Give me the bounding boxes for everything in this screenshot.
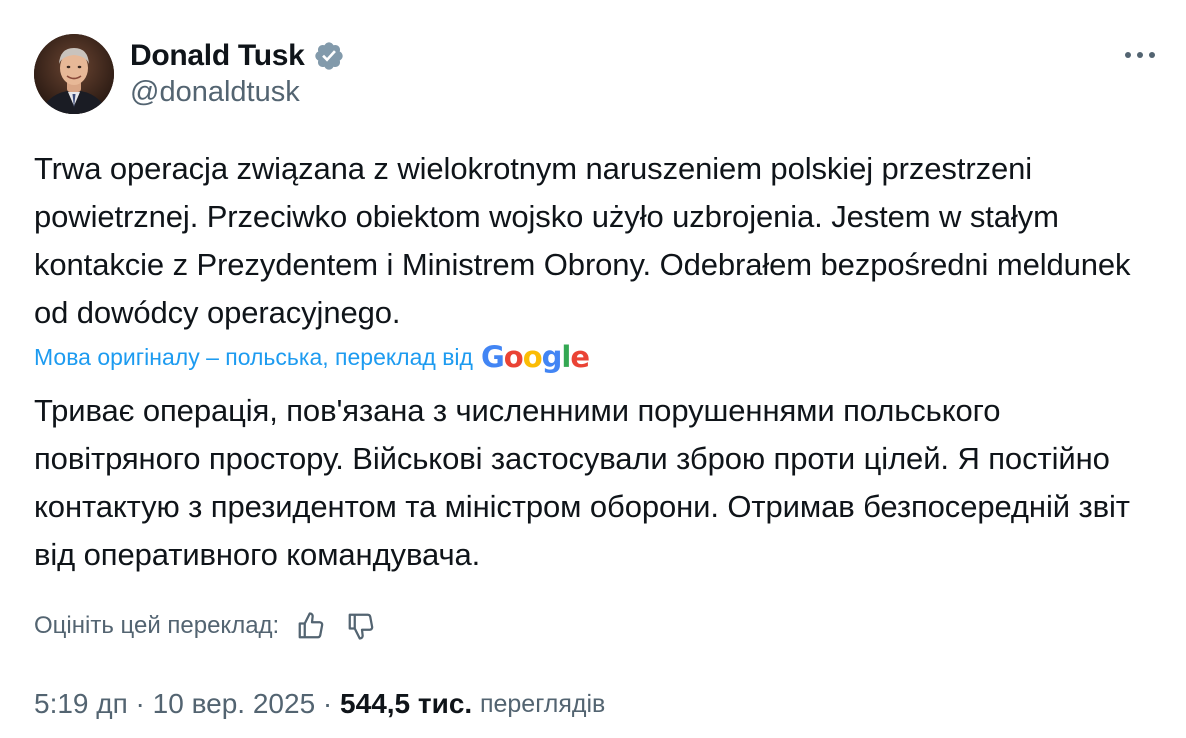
google-logo-letter: e — [570, 340, 590, 374]
google-logo: Google — [480, 340, 590, 374]
tweet-card: Donald Tusk @donaldtusk Trwa operacja zw… — [0, 0, 1186, 738]
more-button[interactable] — [1120, 40, 1160, 70]
tweet-meta-row: 5:19 дп · 10 вер. 2025 · 544,5 тис. пере… — [34, 684, 605, 724]
views-count: 544,5 тис. — [340, 688, 473, 719]
views-label: переглядів — [479, 689, 606, 718]
meta-separator: · — [315, 688, 341, 719]
translation-note[interactable]: Мова оригіналу – польська, переклад від … — [34, 340, 590, 374]
thumbs-down-icon — [348, 613, 374, 640]
author-name-row: Donald Tusk — [130, 38, 345, 74]
google-logo-letter: o — [503, 340, 524, 374]
thumbs-down-button[interactable] — [343, 608, 379, 644]
google-logo-letter: g — [541, 340, 563, 374]
thumbs-up-icon — [298, 612, 324, 639]
avatar-photo — [34, 34, 114, 114]
translation-note-label: Мова оригіналу – польська, переклад від — [34, 344, 473, 370]
author-handle[interactable]: @donaldtusk — [130, 76, 300, 109]
more-horizontal-icon — [1125, 52, 1155, 58]
avatar[interactable] — [34, 34, 114, 114]
tweet-date[interactable]: 10 вер. 2025 — [153, 688, 315, 720]
google-logo-letter: o — [522, 340, 543, 374]
tweet-time[interactable]: 5:19 дп — [34, 688, 128, 720]
meta-separator: · — [127, 688, 153, 719]
rate-translation-label: Оцініть цей переклад: — [34, 612, 280, 639]
rate-translation-row: Оцініть цей переклад: — [34, 606, 379, 646]
verified-badge-icon — [313, 40, 345, 72]
google-logo-letter: l — [561, 340, 571, 374]
translated-text: Триває операція, пов'язана з численними … — [34, 393, 1139, 572]
thumbs-up-button[interactable] — [293, 608, 329, 644]
tweet-text: Trwa operacja związana z wielokrotnym na… — [34, 151, 1139, 330]
google-logo-letter: G — [480, 340, 505, 374]
author-display-name[interactable]: Donald Tusk — [130, 39, 305, 73]
